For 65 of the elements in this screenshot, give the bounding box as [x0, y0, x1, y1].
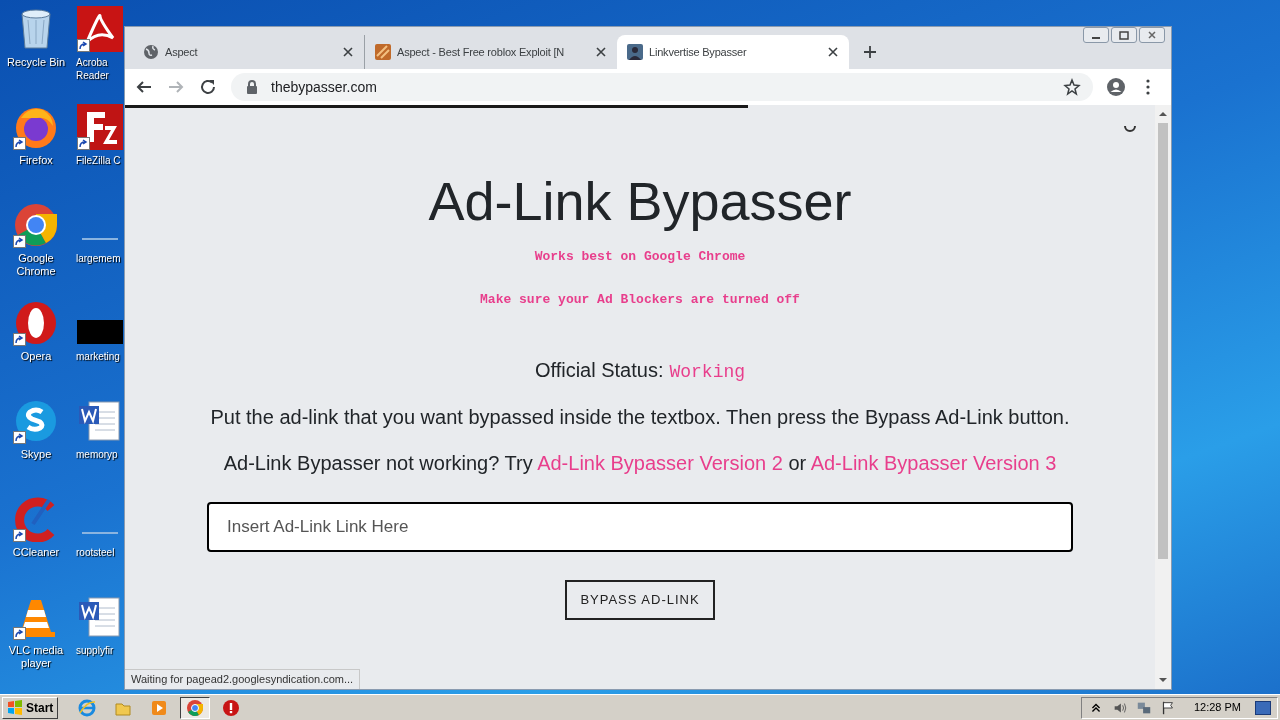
- start-button[interactable]: Start: [2, 696, 59, 719]
- avatar-icon: [627, 44, 643, 60]
- url-text: thebypasser.com: [271, 77, 378, 97]
- chrome-icon: [186, 698, 205, 717]
- browser-tab[interactable]: Linkvertise Bypasser: [617, 35, 849, 69]
- desktop-icon-label[interactable]: supplyfir: [76, 644, 124, 657]
- reload-icon[interactable]: [199, 78, 217, 96]
- address-bar[interactable]: thebypasser.com: [231, 73, 1093, 101]
- desktop-icon-label[interactable]: Recycle Bin: [0, 56, 72, 69]
- word-document-icon[interactable]: [77, 594, 123, 640]
- word-document-icon[interactable]: [77, 398, 123, 444]
- desktop-icon-label[interactable]: rootsteel: [76, 546, 124, 559]
- loading-spinner-icon: [1123, 125, 1137, 133]
- scrollbar[interactable]: [1155, 105, 1171, 689]
- browser-tab[interactable]: Aspect - Best Free roblox Exploit [N: [365, 35, 617, 69]
- desktop-icon-label[interactable]: Acroba Reader: [76, 56, 124, 82]
- close-icon[interactable]: [342, 46, 354, 58]
- taskbar-button[interactable]: [180, 696, 211, 719]
- notice-text: Works best on Google Chrome: [534, 248, 746, 266]
- notice-text: Make sure your Ad Blockers are turned off: [480, 290, 800, 309]
- stop-sign-icon: [222, 698, 241, 717]
- desktop-icon-label[interactable]: memoryp: [76, 448, 124, 461]
- desktop-icon-label[interactable]: Opera: [0, 350, 72, 363]
- desktop-icon-label[interactable]: VLC media player: [0, 644, 72, 670]
- chrome-icon[interactable]: [13, 202, 59, 248]
- restore-icon[interactable]: [1111, 27, 1137, 43]
- opera-icon[interactable]: [13, 300, 59, 346]
- tab-title: Aspect - Best Free roblox Exploit [N: [397, 44, 566, 60]
- status-label: Official Status:: [534, 358, 664, 383]
- show-desktop-icon[interactable]: [1255, 700, 1271, 715]
- version-link[interactable]: Ad-Link Bypasser Version 3: [810, 452, 1057, 474]
- close-icon[interactable]: [827, 46, 839, 58]
- new-tab-icon[interactable]: [863, 45, 877, 59]
- minimize-icon[interactable]: [1083, 27, 1109, 43]
- page-title: Ad-Link Bypasser: [428, 170, 852, 233]
- scrollbar-thumb[interactable]: [1158, 123, 1168, 559]
- instruction-text: Put the ad-link that you want bypassed inside the textbox. Then press the Bypass Ad-Link button.: [210, 405, 1070, 430]
- desktop-icon-label[interactable]: marketing: [76, 350, 124, 363]
- media-player-icon: [150, 698, 169, 717]
- status-bubble: Waiting for pagead2.googlesyndication.com...: [125, 669, 361, 689]
- link-input-field[interactable]: Insert Ad-Link Link Here: [207, 502, 1073, 552]
- bypass-button[interactable]: BYPASS AD-LINK: [565, 580, 715, 620]
- star-icon[interactable]: [1063, 78, 1081, 96]
- account-icon[interactable]: [1107, 78, 1125, 96]
- status-value: Working: [669, 361, 746, 384]
- desktop-icon-label[interactable]: Skype: [0, 448, 72, 461]
- windows-logo-icon: [7, 699, 23, 716]
- desktop-icon-label[interactable]: Firefox: [0, 154, 72, 167]
- version-link[interactable]: Ad-Link Bypasser Version 2: [537, 452, 783, 474]
- alternative-text: Ad-Link Bypasser not working? Try Ad-Link Bypasser Version 2 or Ad-Link Bypasser Version 3: [222, 451, 1058, 476]
- globe-icon: [143, 44, 159, 60]
- skype-icon[interactable]: [13, 398, 59, 444]
- close-icon[interactable]: [595, 46, 607, 58]
- filezilla-icon[interactable]: [77, 104, 123, 150]
- desktop-icon-label[interactable]: Google Chrome: [0, 252, 72, 278]
- desktop-icon-label[interactable]: CCleaner: [0, 546, 72, 559]
- close-icon[interactable]: [1139, 27, 1165, 43]
- desktop-icon-label[interactable]: largemem: [76, 252, 124, 265]
- desktop-icon-label[interactable]: FileZilla C: [76, 154, 124, 167]
- tab-title: Aspect: [165, 44, 199, 60]
- internet-explorer-icon: [78, 698, 97, 717]
- acrobat-icon[interactable]: [77, 6, 123, 52]
- favicon-icon: [375, 44, 391, 60]
- tab-title: Linkvertise Bypasser: [649, 44, 748, 60]
- clock-text: 12:28 PM: [1193, 700, 1241, 716]
